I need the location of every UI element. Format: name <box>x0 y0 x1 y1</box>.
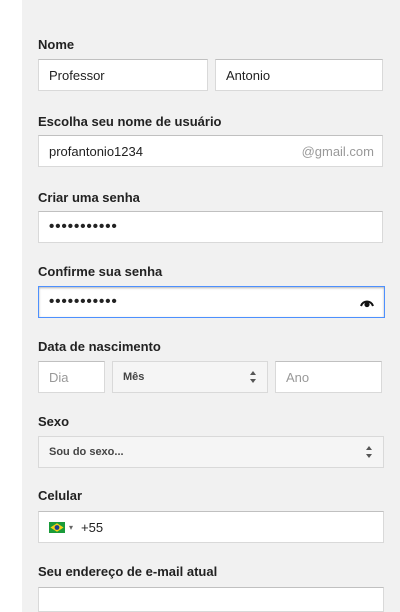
password-mask: ••••••••••• <box>49 217 118 235</box>
password-field[interactable]: ••••••••••• <box>38 211 383 243</box>
current-email-field[interactable] <box>38 587 384 612</box>
confirm-password-label: Confirme sua senha <box>38 264 163 279</box>
gender-value: Sou do sexo... <box>49 446 124 458</box>
gender-select[interactable]: Sou do sexo... <box>38 436 384 468</box>
confirm-password-field[interactable]: ••••••••••• <box>38 286 385 318</box>
birth-year-placeholder: Ano <box>286 369 310 385</box>
first-name-field[interactable]: Professor <box>38 59 208 91</box>
name-label: Nome <box>38 37 75 52</box>
first-name-value: Professor <box>49 67 105 83</box>
country-selector[interactable]: ▾ <box>49 521 74 533</box>
password-label: Criar uma senha <box>38 190 140 205</box>
last-name-value: Antonio <box>226 67 271 83</box>
chevron-down-icon: ▾ <box>69 522 74 532</box>
phone-label: Celular <box>38 488 83 503</box>
confirm-password-mask: ••••••••••• <box>49 292 118 310</box>
phone-field[interactable]: ▾ +55 <box>38 511 384 543</box>
updown-arrow-icon <box>249 370 257 384</box>
phone-value: +55 <box>81 519 104 535</box>
username-label: Escolha seu nome de usuário <box>38 114 222 129</box>
birth-day-field[interactable]: Dia <box>38 361 105 393</box>
birth-year-field[interactable]: Ano <box>275 361 382 393</box>
birth-month-select[interactable]: Mês <box>112 361 268 393</box>
current-email-label: Seu endereço de e-mail atual <box>38 564 218 579</box>
brazil-flag-icon <box>49 521 65 533</box>
username-field[interactable]: profantonio1234 @gmail.com <box>38 135 383 167</box>
birth-day-placeholder: Dia <box>49 369 69 385</box>
eye-icon[interactable] <box>360 296 374 311</box>
birth-month-value: Mês <box>123 371 145 383</box>
updown-arrow-icon <box>365 445 373 459</box>
username-value: profantonio1234 <box>49 143 143 159</box>
last-name-field[interactable]: Antonio <box>215 59 383 91</box>
birthdate-label: Data de nascimento <box>38 339 161 354</box>
gender-label: Sexo <box>38 414 70 429</box>
gmail-suffix: @gmail.com <box>301 143 374 159</box>
